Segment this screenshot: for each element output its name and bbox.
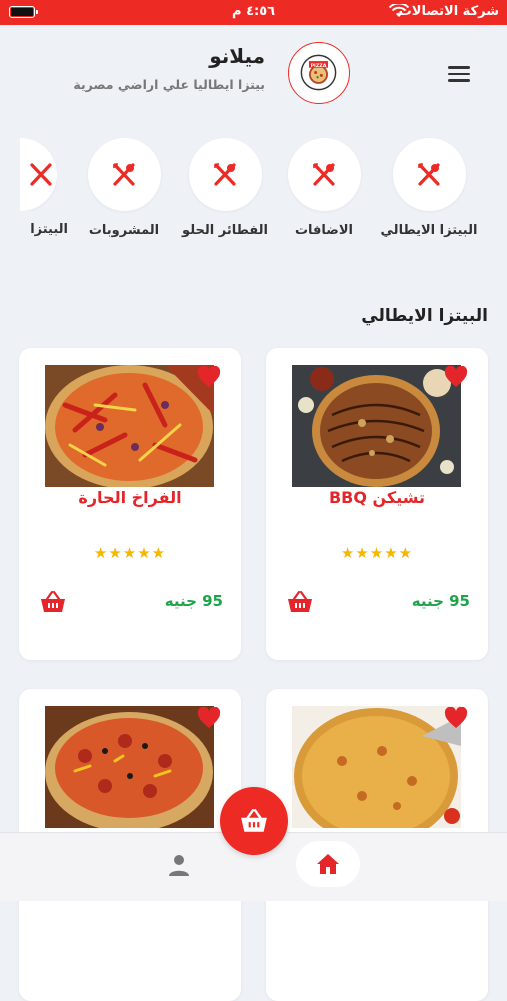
product-price: 95 جنيه — [164, 592, 223, 610]
category-item-partial[interactable] — [20, 138, 57, 211]
battery-icon — [9, 6, 38, 18]
home-icon — [317, 854, 339, 874]
add-to-cart-button[interactable] — [286, 590, 314, 618]
status-bar: ٤:٥٦ م شركة الاتصالات — [0, 0, 507, 25]
rating-stars: ★★★★★ — [93, 544, 167, 562]
hamburger-icon — [448, 66, 470, 69]
product-image — [292, 365, 461, 487]
status-time: ٤:٥٦ م — [232, 4, 276, 19]
heart-icon[interactable] — [197, 706, 221, 733]
product-card[interactable]: الفراخ الحارة ★★★★★ 95 جنيه — [19, 348, 241, 660]
product-card[interactable]: تشيكن BBQ ★★★★★ 95 جنيه — [266, 348, 488, 660]
app-subtitle: بيتزا ايطاليا علي اراضي مصرية — [73, 77, 265, 92]
heart-icon[interactable] — [444, 706, 468, 733]
basket-icon — [288, 590, 312, 612]
status-carrier: شركة الاتصالات — [398, 4, 499, 19]
heart-icon[interactable] — [444, 365, 468, 392]
restaurant-logo: PIZZA — [288, 42, 350, 104]
fork-knife-icon — [87, 138, 161, 211]
heart-icon[interactable] — [197, 365, 221, 392]
fork-knife-icon — [188, 138, 262, 211]
category-label: البيتزا — [30, 222, 68, 237]
category-label: البيتزا الايطالي — [380, 223, 478, 238]
add-to-cart-button[interactable] — [39, 590, 67, 618]
fork-knife-icon — [287, 138, 361, 211]
profile-button[interactable] — [167, 853, 191, 881]
cart-icon — [241, 809, 267, 832]
product-image — [45, 365, 214, 487]
product-image — [45, 706, 214, 828]
app-title: ميلانو — [209, 44, 265, 68]
user-icon — [169, 855, 189, 876]
category-item[interactable]: المشروبات — [69, 138, 179, 238]
cart-button[interactable] — [220, 787, 288, 855]
basket-icon — [41, 590, 65, 612]
product-name: تشيكن BBQ — [328, 488, 426, 507]
product-image — [292, 706, 461, 828]
fork-knife-icon — [20, 138, 57, 211]
rating-stars: ★★★★★ — [340, 544, 414, 562]
category-label: الاضافات — [294, 223, 354, 238]
menu-button[interactable] — [448, 63, 472, 85]
fork-knife-icon — [392, 138, 466, 211]
category-item[interactable]: الفطائر الحلو — [170, 138, 280, 238]
product-name: الفراخ الحارة — [78, 488, 182, 507]
category-label: الفطائر الحلو — [182, 223, 268, 238]
category-label: المشروبات — [88, 223, 160, 238]
category-item[interactable]: البيتزا الايطالي — [374, 138, 484, 238]
svg-text:PIZZA: PIZZA — [311, 63, 327, 69]
home-button[interactable] — [296, 841, 360, 887]
product-price: 95 جنيه — [411, 592, 470, 610]
section-title: البيتزا الايطالي — [361, 306, 488, 326]
category-item[interactable]: الاضافات — [269, 138, 379, 238]
category-list[interactable]: البيتزا الايطالي الاضافات الفطائر الحلو … — [0, 130, 507, 250]
